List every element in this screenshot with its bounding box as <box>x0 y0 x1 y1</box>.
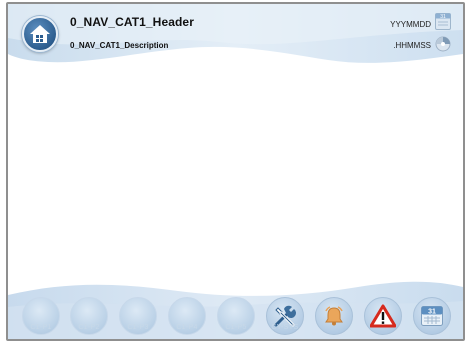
calendar-icon: 31 <box>435 13 451 30</box>
footer-label-system: CY-SYS <box>271 324 299 331</box>
time-display: .HHMMSS <box>393 41 431 50</box>
footer-label-c1-p3: C1-P3 <box>127 324 149 331</box>
calendar-day: 31 <box>440 14 446 20</box>
footer-button-calendar[interactable]: 31 <box>413 297 451 335</box>
header-wave-decoration <box>8 4 463 63</box>
app-window: 0_NAV_CAT1_Header 0_NAV_CAT1_Description… <box>6 2 465 341</box>
header-bar: 0_NAV_CAT1_Header 0_NAV_CAT1_Description… <box>8 4 463 66</box>
footer-label-c1-p2: C1-P2 <box>78 324 100 331</box>
footer-label-c1-p5: C1-P5 <box>225 324 247 331</box>
footer-button-alarm[interactable] <box>364 297 402 335</box>
bell-icon <box>325 306 343 326</box>
home-button[interactable] <box>22 16 58 52</box>
page-title: 0_NAV_CAT1_Header <box>70 15 194 29</box>
calendar-day-footer: 31 <box>428 309 436 316</box>
footer-button-bell[interactable] <box>315 297 353 335</box>
clock-icon <box>435 36 451 52</box>
calendar-icon: 31 <box>421 306 443 326</box>
home-icon <box>30 25 50 43</box>
date-display: YYYMMDD <box>390 20 431 29</box>
page-description: 0_NAV_CAT1_Description <box>70 41 169 50</box>
footer-label-c1-p4: C1-P4 <box>176 324 198 331</box>
footer-label-c1-p1: C1-P1 <box>30 324 52 331</box>
footer-bar: C1-P1 C1-P2 C1-P3 C1-P4 C1-P5 CY-SYS 31 <box>8 277 463 339</box>
warning-icon <box>370 304 396 328</box>
